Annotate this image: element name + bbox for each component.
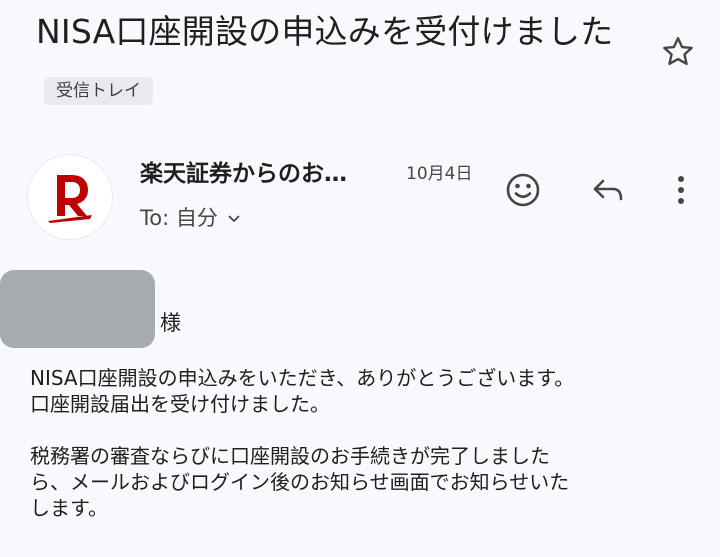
reply-icon	[593, 179, 623, 201]
sender-avatar[interactable]	[28, 155, 112, 239]
body-blank-line	[30, 417, 690, 443]
body-line: NISA口座開設の申込みをいただき、ありがとうございます。	[30, 366, 575, 390]
body-line: 口座開設届出を受け付けました。	[30, 392, 330, 416]
body-line: します。	[30, 496, 108, 520]
recipient-details-toggle[interactable]: To: 自分	[140, 204, 242, 233]
redacted-name	[0, 270, 155, 348]
more-vert-icon	[678, 176, 684, 204]
sender-name[interactable]: 楽天証券からのお…	[140, 158, 390, 190]
subject-text: NISA口座開設の申込みを受付けました	[36, 12, 614, 51]
reply-button[interactable]	[587, 169, 629, 211]
recipient-text: To: 自分	[140, 206, 218, 230]
email-date: 10月4日	[406, 164, 473, 184]
email-body: NISA口座開設の申込みをいただき、ありがとうございます。 口座開設届出を受け付…	[30, 365, 690, 521]
body-line: ら、メールおよびログイン後のお知らせ画面でお知らせいた	[30, 470, 570, 494]
inbox-label-chip[interactable]: 受信トレイ	[44, 76, 153, 105]
rakuten-r-logo	[48, 175, 92, 223]
email-subject: NISA口座開設の申込みを受付けました受信トレイ	[36, 2, 636, 122]
greeting-suffix: 様	[160, 311, 181, 335]
smiley-icon	[506, 173, 540, 207]
star-icon[interactable]	[660, 34, 696, 70]
chevron-down-icon	[226, 205, 242, 233]
emoji-reaction-button[interactable]	[502, 169, 544, 211]
body-line: 税務署の審査ならびに口座開設のお手続きが完了しました	[30, 444, 550, 468]
more-options-button[interactable]	[660, 169, 702, 211]
